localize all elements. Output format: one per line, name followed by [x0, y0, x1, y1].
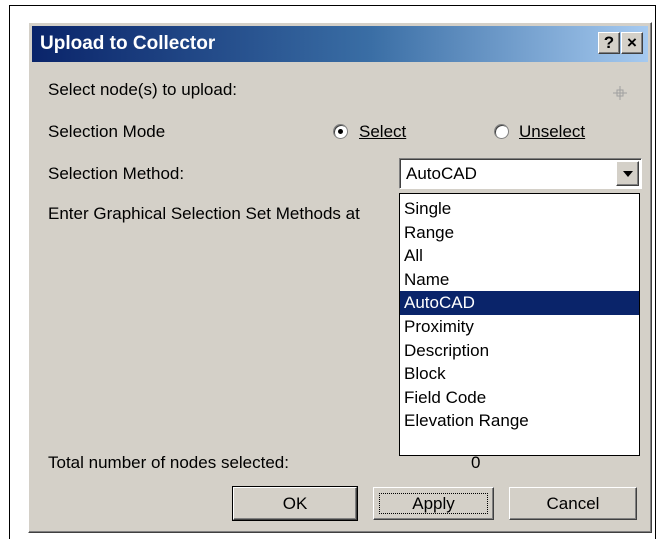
- selection-method-value: AutoCAD: [406, 164, 477, 183]
- selection-mode-label: Selection Mode: [48, 122, 166, 141]
- help-button[interactable]: ?: [598, 32, 620, 54]
- close-button[interactable]: ×: [621, 32, 643, 54]
- crosshair-icon[interactable]: [613, 86, 627, 100]
- dropdown-option-block[interactable]: Block: [400, 362, 639, 386]
- ok-button[interactable]: OK: [232, 486, 358, 521]
- radio-checked-dot: [338, 129, 343, 134]
- selection-method-label: Selection Method:: [48, 164, 185, 183]
- dropdown-option-single[interactable]: Single: [400, 197, 639, 221]
- select-radio-label[interactable]: Select: [359, 122, 406, 142]
- unselect-radio-text: Unselect: [519, 122, 586, 141]
- dropdown-option-field-code[interactable]: Field Code: [400, 386, 639, 410]
- upload-dialog: Upload to Collector ? × Select node(s) t…: [28, 22, 652, 533]
- dropdown-option-description[interactable]: Description: [400, 339, 639, 363]
- apply-button[interactable]: Apply: [373, 487, 494, 520]
- dropdown-option-all[interactable]: All: [400, 244, 639, 268]
- unselect-radio[interactable]: [494, 124, 509, 139]
- graphical-selection-hint: Enter Graphical Selection Set Methods at: [48, 204, 360, 223]
- dropdown-option-proximity[interactable]: Proximity: [400, 315, 639, 339]
- dialog-title: Upload to Collector: [40, 33, 216, 54]
- total-nodes-label: Total number of nodes selected:: [48, 453, 289, 472]
- cancel-button[interactable]: Cancel: [509, 487, 637, 520]
- cancel-button-label: Cancel: [546, 494, 600, 513]
- title-bar[interactable]: Upload to Collector ? ×: [32, 26, 648, 62]
- select-radio[interactable]: [333, 124, 348, 139]
- selection-method-dropdown[interactable]: Single Range All Name AutoCAD Proximity …: [399, 193, 640, 456]
- dropdown-option-range[interactable]: Range: [400, 221, 639, 245]
- total-nodes-count: 0: [471, 453, 481, 472]
- ok-button-label: OK: [282, 494, 308, 513]
- chevron-down-icon[interactable]: [616, 161, 639, 186]
- select-nodes-label: Select node(s) to upload:: [48, 80, 238, 99]
- dropdown-option-name[interactable]: Name: [400, 268, 639, 292]
- unselect-radio-label[interactable]: Unselect: [519, 122, 585, 142]
- dropdown-option-autocad[interactable]: AutoCAD: [400, 291, 639, 315]
- dropdown-option-elevation-range[interactable]: Elevation Range: [400, 409, 639, 433]
- focus-rectangle: [379, 493, 488, 514]
- select-radio-text: Select: [359, 122, 407, 141]
- selection-method-select[interactable]: AutoCAD: [399, 158, 642, 189]
